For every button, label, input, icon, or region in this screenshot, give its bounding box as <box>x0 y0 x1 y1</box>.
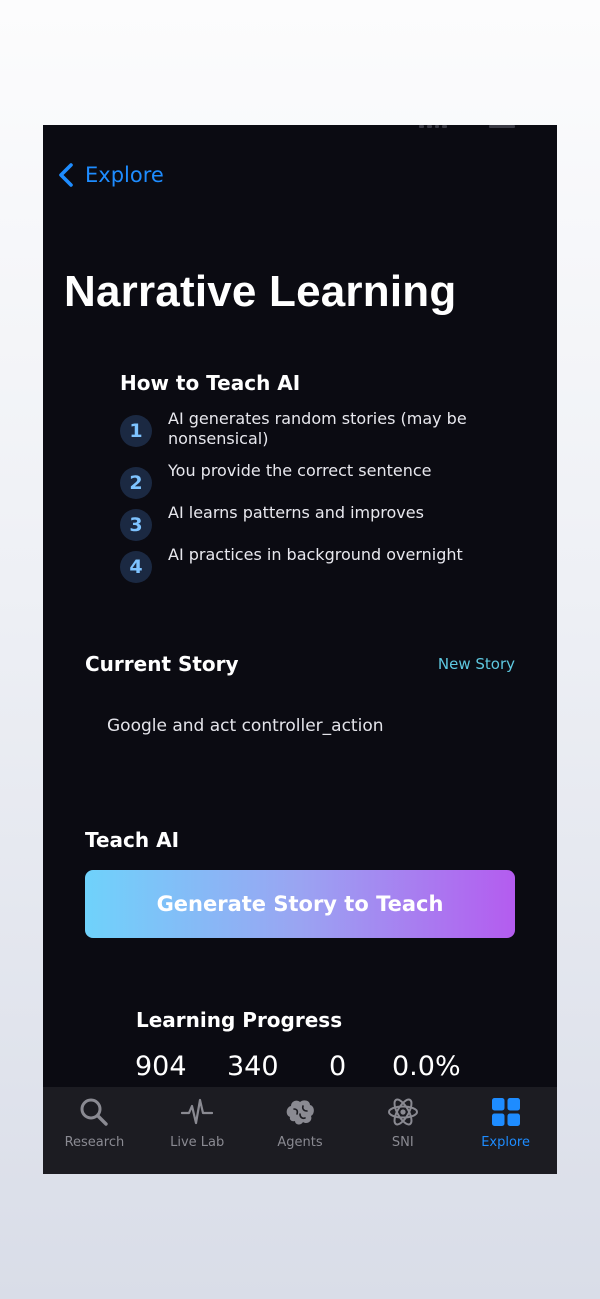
tab-label: Explore <box>481 1135 530 1150</box>
tab-bar: Research Live Lab Agents SNI Explore <box>43 1087 557 1174</box>
magnifier-icon <box>80 1098 109 1126</box>
tab-explore[interactable]: Explore <box>454 1087 557 1174</box>
back-button-label: Explore <box>85 163 164 187</box>
tab-agents[interactable]: Agents <box>249 1087 352 1174</box>
progress-stat: 0.0% <box>392 1051 461 1082</box>
chevron-left-icon <box>59 163 73 187</box>
step-number-badge: 3 <box>120 509 152 541</box>
page-title: Narrative Learning <box>64 267 457 316</box>
progress-stat: 340 <box>227 1051 279 1082</box>
how-to-card: How to Teach AI 1 AI generates random st… <box>120 371 520 583</box>
current-story-title: Current Story <box>85 652 239 676</box>
step-number-badge: 4 <box>120 551 152 583</box>
step-text: AI learns patterns and improves <box>168 503 424 522</box>
step-text: You provide the correct sentence <box>168 461 432 480</box>
tab-label: SNI <box>391 1135 414 1150</box>
teach-ai-title: Teach AI <box>85 828 180 852</box>
tab-label: Live Lab <box>170 1135 225 1150</box>
app-screen: Explore Narrative Learning How to Teach … <box>43 125 557 1174</box>
generate-story-button[interactable]: Generate Story to Teach <box>85 870 515 938</box>
step-text: AI practices in background overnight <box>168 545 463 564</box>
atom-icon <box>387 1098 418 1126</box>
step-number-badge: 2 <box>120 467 152 499</box>
tab-label: Agents <box>277 1135 323 1150</box>
waveform-icon <box>181 1098 214 1125</box>
new-story-button[interactable]: New Story <box>438 655 515 673</box>
step-item: 1 AI generates random stories (may be no… <box>120 409 498 449</box>
progress-stat: 0 <box>329 1051 347 1082</box>
tab-label: Research <box>64 1135 125 1150</box>
tab-sni[interactable]: SNI <box>351 1087 454 1174</box>
back-button[interactable]: Explore <box>53 157 164 193</box>
learning-progress-title: Learning Progress <box>136 1008 343 1032</box>
step-item: 3 AI learns patterns and improves <box>120 503 498 541</box>
progress-stat: 904 <box>135 1051 187 1082</box>
step-number-badge: 1 <box>120 415 152 447</box>
status-battery-icon <box>489 125 515 128</box>
grid-icon <box>491 1098 520 1126</box>
step-item: 2 You provide the correct sentence <box>120 461 498 499</box>
how-to-title: How to Teach AI <box>120 371 301 395</box>
step-item: 4 AI practices in background overnight <box>120 545 498 583</box>
story-text: Google and act controller_action <box>107 716 384 736</box>
step-text: AI generates random stories (may be nons… <box>168 409 467 448</box>
brain-icon <box>286 1100 314 1125</box>
tab-live-lab[interactable]: Live Lab <box>146 1087 249 1174</box>
status-signal-icon <box>419 125 447 128</box>
tab-research[interactable]: Research <box>43 1087 146 1174</box>
